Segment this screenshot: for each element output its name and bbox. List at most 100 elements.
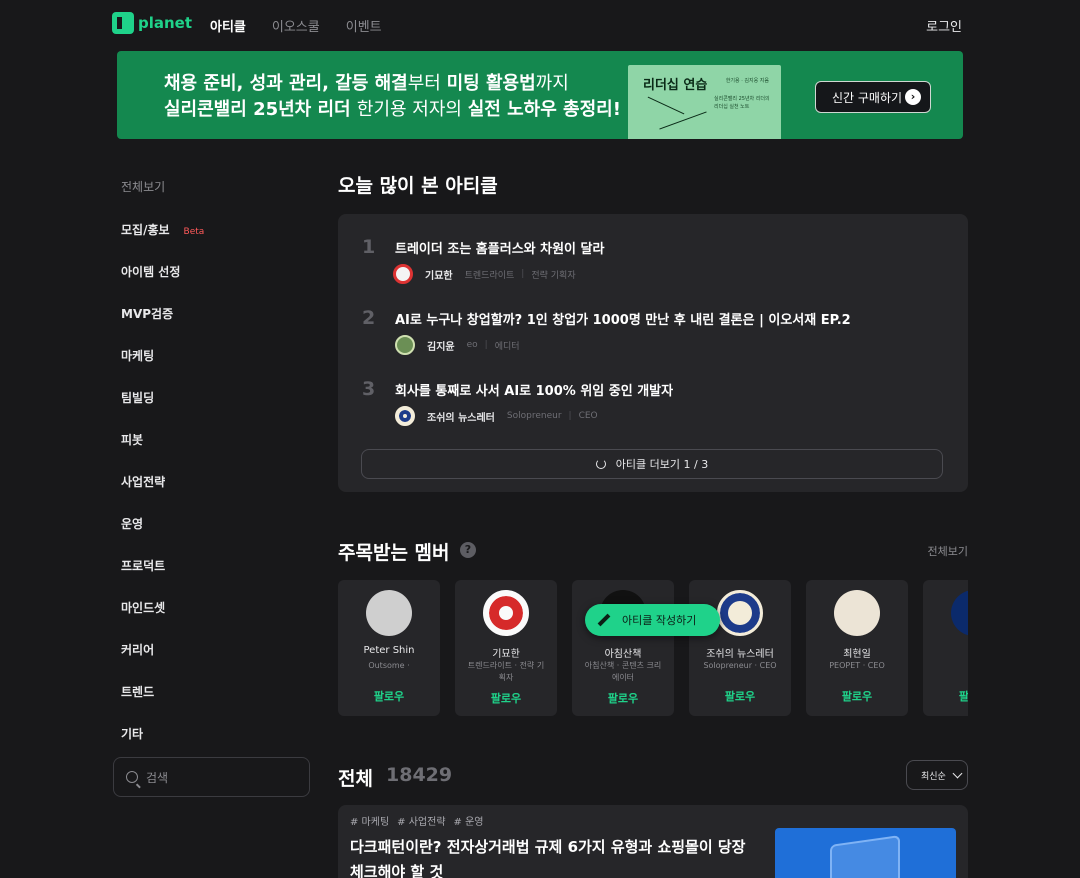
author-org: Solopreneur xyxy=(506,411,562,421)
member-card[interactable]: Peter Shin Outsome · 팔로우 xyxy=(338,580,440,716)
more-articles-button[interactable]: 아티클 더보기 1 / 3 xyxy=(361,449,943,479)
logo[interactable]: planet xyxy=(112,12,192,34)
article-count: 18429 xyxy=(386,764,453,786)
author-role: 전략 기획자 xyxy=(531,270,576,281)
members-title: 주목받는 멤버 xyxy=(338,542,450,564)
avatar xyxy=(717,590,763,636)
pencil-icon xyxy=(597,614,610,627)
more-articles-label: 아티클 더보기 1 / 3 xyxy=(615,458,709,471)
rank-number: 2 xyxy=(362,307,376,329)
sidebar-item-teambuilding[interactable]: 팀빌딩 xyxy=(121,389,154,406)
sidebar-item-strategy[interactable]: 사업전략 xyxy=(121,473,165,490)
sidebar-item-etc[interactable]: 기타 xyxy=(121,725,143,742)
article-thumbnail[interactable] xyxy=(775,828,956,878)
article-title[interactable]: 회사를 통째로 사서 AI로 100% 위임 중인 개발자 xyxy=(395,380,673,399)
author-name[interactable]: 김지윤 xyxy=(427,338,455,353)
popular-title: 오늘 많이 본 아티클 xyxy=(338,175,498,197)
avatar xyxy=(366,590,412,636)
member-name: 최현일 xyxy=(843,649,871,660)
author-name[interactable]: 기묘한 xyxy=(425,267,453,282)
sidebar-item-product[interactable]: 프로덕트 xyxy=(121,557,165,574)
avatar[interactable] xyxy=(393,264,413,284)
sidebar-item-idea[interactable]: 아이템 선정 xyxy=(121,263,180,280)
tag[interactable]: # 사업전략 xyxy=(397,813,445,828)
sort-dropdown[interactable]: 최신순 xyxy=(906,760,968,790)
member-desc: 트렌드라이트 · 전략 기획자 xyxy=(467,661,545,682)
follow-button[interactable]: 팔로우 xyxy=(338,688,440,704)
tag[interactable]: # 마케팅 xyxy=(350,813,389,828)
member-desc: Solopreneur · CEO xyxy=(703,661,777,670)
logo-text: planet xyxy=(138,14,193,32)
author-org: 트렌드라이트 xyxy=(464,270,515,281)
rank-number: 3 xyxy=(362,378,376,400)
article-meta: 조쉬의 뉴스레터 Solopreneur | CEO xyxy=(395,406,598,426)
sidebar-item-pivot[interactable]: 피봇 xyxy=(121,431,143,448)
follow-button[interactable]: 팔로우 xyxy=(806,688,908,704)
avatar xyxy=(951,590,968,636)
sidebar-item-all[interactable]: 전체보기 xyxy=(121,178,311,194)
article-card[interactable]: # 마케팅 # 사업전략 # 운영 다크패턴이란? 전자상거래법 규제 6가지 … xyxy=(338,805,968,878)
follow-button[interactable]: 팔로우 xyxy=(572,690,674,706)
member-name: 기묘한 xyxy=(492,649,520,660)
help-icon[interactable]: ? xyxy=(460,542,476,558)
nav-event[interactable]: 이벤트 xyxy=(346,16,382,35)
main-nav: 아티클 이오스쿨 이벤트 xyxy=(210,16,382,35)
article-meta: 기묘한 트렌드라이트 | 전략 기획자 xyxy=(393,264,576,284)
author-name[interactable]: 조쉬의 뉴스레터 xyxy=(427,409,495,424)
sidebar-item-operation[interactable]: 운영 xyxy=(121,515,143,532)
member-name: 아침산책 xyxy=(604,649,642,660)
nav-article[interactable]: 아티클 xyxy=(210,16,246,35)
write-article-label: 아티클 작성하기 xyxy=(622,614,697,627)
author-role: CEO xyxy=(578,411,598,421)
buy-book-button[interactable]: 신간 구매하기 › xyxy=(815,81,931,113)
sidebar-item-mvp[interactable]: MVP검증 xyxy=(121,305,173,322)
featured-members: Peter Shin Outsome · 팔로우 기묘한 트렌드라이트 · 전략… xyxy=(338,580,968,716)
sidebar-item-recruit[interactable]: 모집/홍보 Beta xyxy=(121,221,204,238)
all-articles-title: 전체 xyxy=(338,768,373,790)
member-card[interactable]: 최현일 PEOPET · CEO 팔로우 xyxy=(806,580,908,716)
member-card[interactable]: 기묘한 트렌드라이트 · 전략 기획자 팔로우 xyxy=(455,580,557,716)
article-title[interactable]: AI로 누구나 창업할까? 1인 창업가 1000명 만난 후 내린 결론은 |… xyxy=(395,309,851,328)
login-link[interactable]: 로그인 xyxy=(926,16,962,35)
article-title[interactable]: 트레이더 조는 홈플러스와 차원이 달라 xyxy=(395,238,604,257)
follow-button[interactable]: 팔로우 xyxy=(923,688,968,704)
nav-eoschool[interactable]: 이오스쿨 xyxy=(272,16,320,35)
promo-banner[interactable]: 채용 준비, 성과 관리, 갈등 해결부터 미팅 활용법까지 실리콘밸리 25년… xyxy=(117,51,963,139)
member-name: 조쉬의 뉴스레터 xyxy=(706,649,774,660)
search-placeholder: 검색 xyxy=(146,770,169,785)
book-subtitle: 실리콘밸리 25년차 리더의 리더십 실천 노트 xyxy=(714,96,770,110)
member-desc: Outsome · xyxy=(368,661,410,670)
member-card[interactable]: 그 G 팔로우 xyxy=(923,580,968,716)
member-card[interactable]: 조쉬의 뉴스레터 Solopreneur · CEO 팔로우 xyxy=(689,580,791,716)
logo-icon xyxy=(112,12,134,34)
avatar[interactable] xyxy=(395,406,415,426)
refresh-icon xyxy=(595,459,606,469)
tag[interactable]: # 운영 xyxy=(454,813,484,828)
sidebar-item-trend[interactable]: 트렌드 xyxy=(121,683,154,700)
article-title[interactable]: 다크패턴이란? 전자상거래법 규제 6가지 유형과 쇼핑몰이 당장 체크해야 할… xyxy=(350,835,750,878)
rank-number: 1 xyxy=(362,236,376,258)
search-icon xyxy=(126,771,138,783)
sort-label: 최신순 xyxy=(921,771,946,782)
author-role: 에디터 xyxy=(494,341,520,352)
sidebar-item-mindset[interactable]: 마인드셋 xyxy=(121,599,165,616)
top-header: planet 아티클 이오스쿨 이벤트 로그인 xyxy=(0,0,1080,50)
book-author: 한기용 · 김지웅 지음 xyxy=(725,78,769,84)
search-input[interactable]: 검색 xyxy=(113,757,310,797)
sidebar-item-career[interactable]: 커리어 xyxy=(121,641,154,658)
members-view-all[interactable]: 전체보기 xyxy=(928,543,968,559)
member-desc: 아침산책 · 콘텐츠 크리에이터 xyxy=(584,661,662,682)
avatar xyxy=(834,590,880,636)
beta-badge: Beta xyxy=(183,227,205,237)
follow-button[interactable]: 팔로우 xyxy=(689,688,791,704)
arrow-right-icon: › xyxy=(905,89,921,105)
member-desc: PEOPET · CEO xyxy=(829,661,885,670)
write-article-button[interactable]: 아티클 작성하기 xyxy=(585,604,720,636)
avatar[interactable] xyxy=(395,335,415,355)
sidebar-item-marketing[interactable]: 마케팅 xyxy=(121,347,154,364)
member-name: 그 xyxy=(923,645,968,660)
member-card[interactable]: 아침산책 아침산책 · 콘텐츠 크리에이터 팔로우 xyxy=(572,580,674,716)
follow-button[interactable]: 팔로우 xyxy=(455,690,557,706)
buy-book-label: 신간 구매하기 xyxy=(832,90,903,105)
member-name: Peter Shin xyxy=(363,645,415,656)
